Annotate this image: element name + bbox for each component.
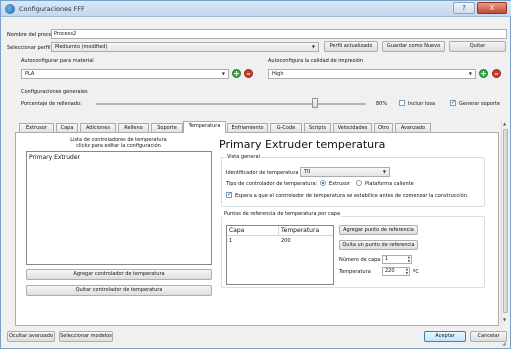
overview-label: Vista general [226, 154, 261, 160]
tab-scripts[interactable]: Scripts [304, 123, 331, 132]
quality-select[interactable]: High ▼ [268, 69, 476, 79]
quality-select-value: High [272, 71, 284, 77]
spinner-arrows-icon[interactable]: ▲ ▼ [406, 268, 408, 275]
remove-setpoint-button[interactable]: Quita un punto de referencia [339, 240, 418, 250]
infill-label: Porcentaje de rellenado: [21, 101, 82, 107]
table-header: Capa Temperatura [227, 226, 333, 236]
extruder-radio-label: Extrusor [329, 181, 351, 187]
setpoints-table[interactable]: Capa Temperatura 1 200 [226, 225, 334, 285]
heated-bed-radio[interactable] [356, 180, 362, 186]
wait-stabilize-checkbox[interactable] [226, 191, 232, 198]
tab-relleno[interactable]: Relleno [118, 123, 149, 132]
add-controller-button[interactable]: Agregar controlador de temperatura [26, 269, 212, 280]
save-as-new-button[interactable]: Guardar como Nuevo [382, 41, 445, 52]
help-button[interactable]: ? [453, 2, 475, 14]
remove-profile-button[interactable]: Quitar [449, 41, 506, 52]
controller-list[interactable]: Primary Extruder [26, 151, 212, 265]
tab-soporte[interactable]: Soporte [151, 123, 183, 132]
spinner-arrows-icon[interactable]: ▲ ▼ [408, 256, 410, 263]
plus-icon: + [233, 69, 240, 78]
close-button[interactable]: X [477, 2, 507, 14]
chevron-down-icon: ▼ [382, 169, 386, 174]
extruder-radio[interactable] [320, 180, 326, 186]
profile-update-button[interactable]: Perfil actualizado [324, 41, 378, 52]
include-raft-label: Incluir losa [408, 101, 436, 107]
identifier-select[interactable]: T0 ▼ [300, 167, 390, 177]
layer-number-value: 1 [385, 256, 389, 262]
temperature-label: Temperatura [339, 269, 371, 275]
scrollbar-thumb[interactable] [503, 129, 508, 313]
infill-slider-thumb[interactable] [312, 98, 318, 108]
controller-heading: Primary Extruder temperatura [219, 138, 386, 151]
remove-controller-button[interactable]: Quitar controlador de temperatura [26, 285, 212, 296]
list-item[interactable]: Primary Extruder [27, 152, 211, 163]
table-row[interactable]: 1 200 [227, 238, 333, 246]
generate-support-checkbox[interactable] [450, 99, 456, 106]
tab-otro[interactable]: Otro [374, 123, 393, 132]
table-cell-temperature: 200 [281, 238, 291, 244]
temperature-unit: ºC [413, 269, 419, 275]
material-select[interactable]: PLA ▼ [21, 69, 229, 79]
scroll-up-icon[interactable]: ▲ [503, 121, 506, 126]
material-autoconfig-label: Autoconfigurar para material [21, 58, 94, 64]
controller-list-header-line2: clickz para editar la configuración [76, 143, 161, 149]
tab-velocidades[interactable]: Velocidades [333, 123, 372, 132]
remove-quality-button[interactable]: – [492, 69, 501, 78]
hide-advanced-button[interactable]: Ocultar avanzado [7, 331, 55, 342]
infill-value: 80% [376, 101, 388, 107]
controller-type-label: Tipo de controlador de temperatura: [226, 181, 318, 187]
settings-window: Configuraciones FFF ? X Nombre del proce… [0, 0, 511, 349]
vertical-scrollbar[interactable]: ▲ ▼ [501, 119, 509, 325]
resize-grip-icon[interactable]: ◢ [502, 341, 506, 347]
layer-number-spinbox[interactable]: 1 ▲ ▼ [382, 255, 412, 264]
profile-select[interactable]: Mediumto (modified) ▼ [51, 42, 319, 52]
identifier-select-value: T0 [304, 169, 311, 175]
profile-select-value: Mediumto (modified) [55, 44, 108, 50]
app-icon [5, 4, 15, 14]
table-cell-layer: 1 [229, 238, 233, 244]
tab-extrusor[interactable]: Extrusor [19, 123, 54, 132]
tab-avanzado[interactable]: Avanzado [395, 123, 431, 132]
chevron-down-icon: ▼ [221, 71, 225, 76]
scroll-down-icon[interactable]: ▼ [503, 317, 506, 322]
select-models-button[interactable]: Seleccionar modelos [59, 331, 113, 342]
add-material-button[interactable]: + [232, 69, 241, 78]
accept-button[interactable]: Aceptar [424, 331, 466, 342]
plus-icon: + [480, 69, 487, 78]
chevron-down-icon: ▼ [311, 44, 315, 49]
temperature-spinbox[interactable]: 220 ▲ ▼ [382, 267, 410, 276]
window-title: Configuraciones FFF [19, 5, 85, 13]
minus-icon: – [246, 69, 251, 78]
profile-label: Seleccionar perfil: [7, 45, 53, 51]
tab-gcode[interactable]: G-Code [270, 123, 302, 132]
general-settings-label: Configuraciones generales [21, 89, 88, 95]
minus-icon: – [494, 69, 499, 78]
tab-temperatura[interactable]: Temperatura [183, 121, 226, 133]
column-header-temperatura[interactable]: Temperatura [281, 227, 319, 234]
identifier-label: Identificador de temperatura [226, 170, 299, 176]
add-quality-button[interactable]: + [479, 69, 488, 78]
tab-enfriamiento[interactable]: Enfriamiento [227, 123, 268, 132]
layer-number-label: Número de capa [339, 257, 381, 263]
setpoints-label: Puntos de referencia de temperatura por … [223, 211, 342, 217]
temperature-value: 220 [385, 268, 395, 274]
generate-support-label: Generar soporte [459, 101, 500, 107]
remove-material-button[interactable]: – [244, 69, 253, 78]
infill-slider-track[interactable] [96, 103, 366, 105]
heated-bed-radio-label: Plataforma caliente [365, 181, 414, 187]
add-setpoint-button[interactable]: Agregar punto de referencia [339, 225, 418, 235]
title-bar[interactable]: Configuraciones FFF ? X [1, 1, 511, 17]
chevron-down-icon: ▼ [468, 71, 472, 76]
quality-autoconfig-label: Autoconfigura la calidad de impresión [268, 58, 363, 64]
help-icon: ? [462, 4, 466, 12]
column-header-capa[interactable]: Capa [229, 227, 244, 234]
tab-capa[interactable]: Capa [56, 123, 78, 132]
process-name-input[interactable]: Process2 [51, 29, 507, 39]
include-raft-checkbox[interactable] [399, 100, 405, 106]
close-icon: X [489, 4, 495, 12]
wait-stabilize-label: Espera a que el controlador de temperatu… [235, 193, 469, 199]
tab-adiciones[interactable]: Adiciones [80, 123, 116, 132]
material-select-value: PLA [25, 71, 35, 77]
